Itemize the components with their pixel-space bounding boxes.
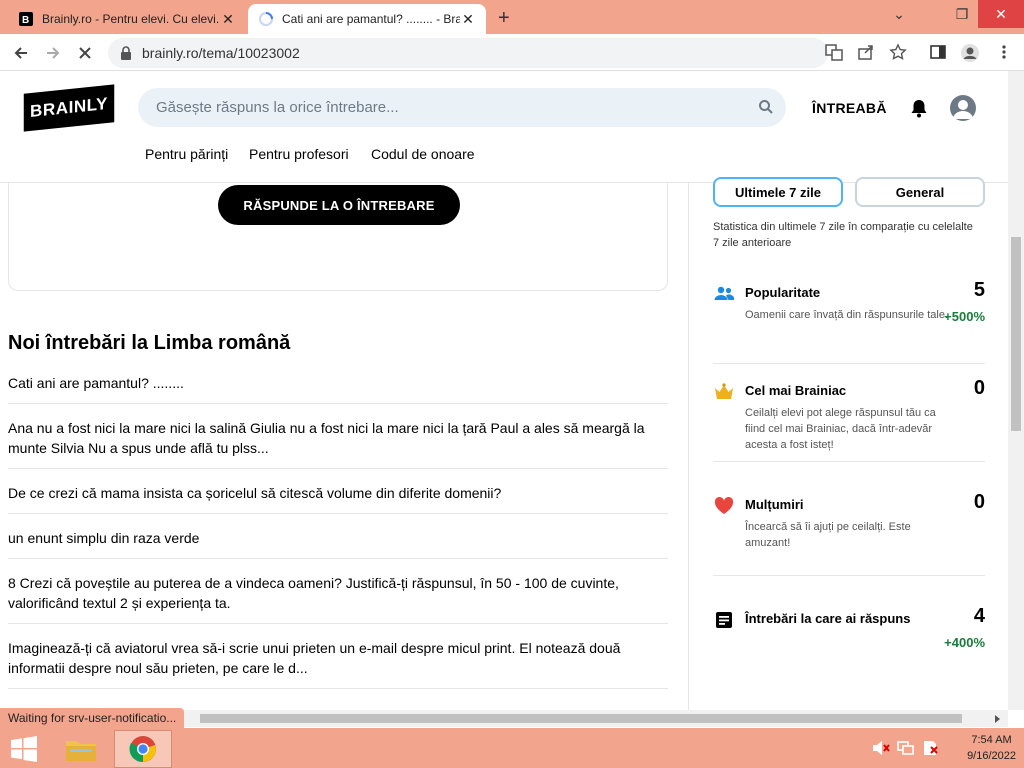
clock-date: 9/16/2022 xyxy=(967,750,1016,762)
tab-last-7-days[interactable]: Ultimele 7 zile xyxy=(713,177,843,207)
bell-icon[interactable] xyxy=(908,97,930,119)
subnav-honor-code-link[interactable]: Codul de onoare xyxy=(371,146,475,162)
arrow-right-icon xyxy=(47,47,60,59)
browser-tab-brainly-home[interactable]: B Brainly.ro - Pentru elevi. Cu elevi. ✕ xyxy=(8,4,246,34)
search-icon[interactable] xyxy=(758,99,774,115)
svg-text:B: B xyxy=(22,15,29,26)
browser-tab-current[interactable]: Cati ani are pamantul? ........ - Brainl… xyxy=(248,4,486,34)
translate-icon[interactable] xyxy=(824,43,844,63)
tab-search-icon[interactable]: ⌄ xyxy=(884,0,914,28)
divider xyxy=(713,363,985,364)
stat-label: Întrebări la care ai răspuns xyxy=(745,611,911,626)
close-window-button[interactable]: ✕ xyxy=(978,0,1024,28)
stat-value: 5 xyxy=(973,279,985,301)
brainly-logo[interactable]: BRAINLY xyxy=(23,84,115,132)
taskbar: 7:54 AM 9/16/2022 xyxy=(0,728,1024,768)
volume-muted-icon[interactable] xyxy=(872,740,890,756)
stats-note: Statistica din ultimele 7 zile în compar… xyxy=(713,221,973,249)
scroll-right-arrow-icon[interactable] xyxy=(994,714,1002,724)
questions-icon xyxy=(716,612,732,628)
stat-value: 0 xyxy=(973,377,985,399)
stat-answered-questions: Întrebări la care ai răspuns 4 +400% xyxy=(713,605,985,669)
share-icon[interactable] xyxy=(856,43,876,63)
stop-loading-button[interactable] xyxy=(74,42,96,64)
stats-sidebar: Ultimele 7 zile General Statistica din u… xyxy=(688,177,1008,710)
browser-toolbar: brainly.ro/tema/10023002 xyxy=(0,34,1024,71)
search-input[interactable]: Găsește răspuns la orice întrebare... xyxy=(138,88,786,127)
stat-desc: Încearcă să îi ajuți pe ceilalți. Este a… xyxy=(745,521,911,549)
question-item[interactable]: un enunt simplu din raza verde xyxy=(8,525,668,559)
vertical-scrollbar[interactable] xyxy=(1008,71,1024,710)
people-icon xyxy=(714,286,735,300)
network-icon[interactable] xyxy=(897,740,915,756)
crown-icon xyxy=(715,383,733,399)
status-bar-text: Waiting for srv-user-notificatio... xyxy=(0,708,185,728)
close-icon xyxy=(79,47,91,59)
back-button[interactable] xyxy=(10,42,32,64)
side-panel-icon[interactable] xyxy=(928,43,948,63)
tab-title: Brainly.ro - Pentru elevi. Cu elevi. xyxy=(42,12,220,26)
chrome-icon xyxy=(129,736,156,763)
heart-icon xyxy=(714,496,734,514)
chrome-taskbar-button[interactable] xyxy=(114,730,172,768)
arrow-left-icon xyxy=(14,47,27,59)
stat-brainiac: Cel mai Brainiac Ceilalți elevi pot aleg… xyxy=(713,377,985,461)
tab-general[interactable]: General xyxy=(855,177,985,207)
answer-question-button[interactable]: RĂSPUNDE LA O ÎNTREBARE xyxy=(218,185,460,225)
stat-delta: +400% xyxy=(944,635,985,650)
stat-desc: Ceilalți elevi pot alege răspunsul tău c… xyxy=(745,407,936,451)
stat-value: 4 xyxy=(973,605,985,627)
question-item[interactable]: Ana nu a fost nici la mare nici la salin… xyxy=(8,415,668,469)
divider xyxy=(713,575,985,576)
scrollbar-thumb[interactable] xyxy=(1011,237,1021,431)
question-list: Cati ani are pamantul? ........ Ana nu a… xyxy=(8,370,668,700)
action-center-icon[interactable] xyxy=(922,740,940,756)
new-tab-button[interactable]: + xyxy=(498,7,510,30)
stat-label: Cel mai Brainiac xyxy=(745,383,847,398)
avatar[interactable] xyxy=(950,95,976,121)
divider xyxy=(713,461,985,462)
question-item[interactable]: Imaginează-ți că aviatorul vrea să-i scr… xyxy=(8,635,668,689)
file-explorer-taskbar-button[interactable] xyxy=(52,730,110,768)
clock-time: 7:54 AM xyxy=(971,734,1012,746)
stat-delta: +500% xyxy=(944,309,985,324)
question-item[interactable]: Cati ani are pamantul? ........ xyxy=(8,370,668,404)
site-header: BRAINLY Găsește răspuns la orice întreba… xyxy=(0,71,1008,183)
menu-kebab-icon[interactable] xyxy=(994,43,1014,63)
search-placeholder: Găsește răspuns la orice întrebare... xyxy=(156,99,399,116)
stat-popularity: Popularitate Oamenii care învață din răs… xyxy=(713,279,985,353)
url-text: brainly.ro/tema/10023002 xyxy=(142,45,300,61)
profile-icon[interactable] xyxy=(960,43,980,63)
system-clock[interactable]: 7:54 AM 9/16/2022 xyxy=(967,732,1016,764)
section-title: Noi întrebări la Limba română xyxy=(8,332,291,354)
windows-start-icon[interactable] xyxy=(10,736,38,762)
restore-window-button[interactable]: ❐ xyxy=(946,0,978,28)
browser-tab-bar: B Brainly.ro - Pentru elevi. Cu elevi. ✕… xyxy=(0,0,1024,34)
folder-icon xyxy=(66,741,96,761)
stat-value: 0 xyxy=(973,491,985,513)
subnav-teachers-link[interactable]: Pentru profesori xyxy=(249,146,349,162)
forward-button[interactable] xyxy=(42,42,64,64)
answer-card: RĂSPUNDE LA O ÎNTREBARE xyxy=(8,183,668,291)
stat-desc: Oamenii care învață din răspunsurile tal… xyxy=(745,309,948,321)
brainly-favicon-icon: B xyxy=(18,11,34,27)
stat-label: Mulțumiri xyxy=(745,497,804,512)
ask-question-button[interactable]: ÎNTREABĂ xyxy=(812,100,887,116)
question-item[interactable]: 8 Crezi că poveștile au puterea de a vin… xyxy=(8,570,668,624)
tab-title: Cati ani are pamantul? ........ - Brainl… xyxy=(282,12,460,26)
bookmark-star-icon[interactable] xyxy=(888,43,908,63)
question-item[interactable]: De ce crezi că mama insista ca șoricelul… xyxy=(8,480,668,514)
scrollbar-thumb[interactable] xyxy=(200,714,962,723)
stat-label: Popularitate xyxy=(745,285,821,300)
tab-close-icon[interactable]: ✕ xyxy=(460,11,476,28)
subnav-parents-link[interactable]: Pentru părinți xyxy=(145,146,228,162)
loading-spinner-icon xyxy=(258,11,274,27)
lock-icon xyxy=(121,46,131,60)
address-bar[interactable]: brainly.ro/tema/10023002 xyxy=(108,38,828,68)
tab-close-icon[interactable]: ✕ xyxy=(220,11,236,28)
stat-thanks: Mulțumiri Încearcă să îi ajuți pe ceilal… xyxy=(713,491,985,565)
